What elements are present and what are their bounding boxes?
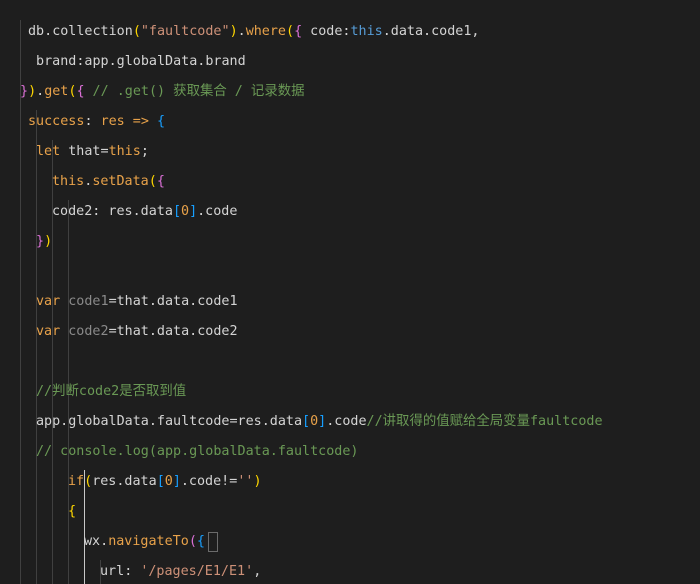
code-token: ( <box>84 474 93 489</box>
code-token: that= <box>60 144 109 159</box>
code-token: =that.data.code1 <box>108 294 238 309</box>
code-token: ] <box>172 474 181 489</box>
code-token: { <box>68 504 77 519</box>
code-line[interactable]: app.globalData.faultcode=res.data[0].cod… <box>36 410 603 434</box>
code-token: setData <box>92 174 149 189</box>
code-token: . <box>237 24 246 39</box>
code-line[interactable]: wx.navigateTo({ <box>84 530 205 554</box>
code-token: // .get() 获取集合 / 记录数据 <box>84 84 305 99</box>
code-line[interactable]: success: res => { <box>28 110 165 134</box>
code-token: .code!= <box>180 474 238 489</box>
code-line[interactable]: }).get({ // .get() 获取集合 / 记录数据 <box>20 80 305 104</box>
code-line[interactable]: let that=this; <box>36 140 149 164</box>
code-token: { <box>76 84 85 99</box>
code-token: ( <box>286 24 295 39</box>
indent-guide <box>20 20 21 584</box>
code-token: ( <box>132 24 141 39</box>
indent-guide <box>36 110 37 584</box>
code-token: { <box>156 174 165 189</box>
code-line[interactable]: code2: res.data[0].code <box>52 200 237 224</box>
code-token: ) <box>229 24 238 39</box>
code-token: , <box>253 564 262 579</box>
code-token: 0 <box>164 474 173 489</box>
code-token: success <box>28 114 85 129</box>
code-token: // console.log(app.globalData.faultcode) <box>36 444 359 459</box>
code-token: code1 <box>60 294 109 309</box>
code-token: let <box>36 144 61 159</box>
code-token: res <box>100 114 125 129</box>
code-token: collection <box>52 24 133 39</box>
code-line[interactable]: }) <box>36 230 52 254</box>
code-token: app.globalData.faultcode=res.data <box>36 414 303 429</box>
code-token: '' <box>237 474 254 489</box>
code-token: [ <box>172 204 181 219</box>
code-token: ) <box>44 234 53 249</box>
code-token: brand:app.globalData.brand <box>28 54 246 69</box>
code-token: //讲取得的值赋给全局变量faultcode <box>366 414 603 429</box>
code-token: this <box>108 144 141 159</box>
code-line[interactable]: // console.log(app.globalData.faultcode) <box>36 440 358 464</box>
code-token: this <box>350 24 383 39</box>
code-token: code2: res.data <box>52 204 173 219</box>
code-token: '/pages/E1/E1' <box>140 564 254 579</box>
code-token: ; <box>140 144 149 159</box>
code-token: navigateTo <box>108 534 189 549</box>
code-token: .code <box>197 204 238 219</box>
code-line[interactable]: this.setData({ <box>52 170 165 194</box>
code-editor[interactable]: db.collection("faultcode").where({ code:… <box>0 0 700 584</box>
code-token: "faultcode" <box>140 24 230 39</box>
code-line[interactable]: var code1=that.data.code1 <box>36 290 238 314</box>
code-token: =that.data.code2 <box>108 324 238 339</box>
code-token: { <box>157 114 166 129</box>
code-token: code: <box>302 24 351 39</box>
code-token: : <box>84 114 101 129</box>
code-line[interactable]: var code2=that.data.code2 <box>36 320 238 344</box>
code-token: [ <box>302 414 311 429</box>
code-token: where <box>245 24 286 39</box>
code-token: .data.code1, <box>382 24 480 39</box>
code-token: res.data <box>92 474 157 489</box>
code-token: code2 <box>60 324 109 339</box>
code-token: .code <box>326 414 367 429</box>
code-line[interactable]: if(res.data[0].code!='') <box>68 470 262 494</box>
code-token: . <box>36 84 45 99</box>
bracket-match-highlight <box>208 532 218 552</box>
code-line[interactable]: url: '/pages/E1/E1', <box>100 560 261 584</box>
code-token: url <box>100 564 125 579</box>
code-token: //判断code2是否取到值 <box>36 384 187 399</box>
code-token: => <box>124 114 157 129</box>
code-line[interactable]: { <box>68 500 76 524</box>
code-token: get <box>44 84 69 99</box>
code-token: 0 <box>181 204 190 219</box>
code-token: : <box>124 564 141 579</box>
code-token: } <box>36 234 45 249</box>
code-line[interactable]: //判断code2是否取到值 <box>36 380 186 404</box>
code-token: ) <box>28 84 37 99</box>
code-line[interactable]: brand:app.globalData.brand <box>28 50 246 74</box>
code-token: wx. <box>84 534 109 549</box>
code-line[interactable]: db.collection("faultcode").where({ code:… <box>28 20 480 44</box>
code-token: if <box>68 474 85 489</box>
code-token: 0 <box>310 414 319 429</box>
code-token: var <box>36 294 61 309</box>
code-token: { <box>196 534 205 549</box>
code-token: ) <box>253 474 262 489</box>
code-token: } <box>20 84 29 99</box>
code-token: ( <box>188 534 197 549</box>
code-token: [ <box>156 474 165 489</box>
code-token: ] <box>189 204 198 219</box>
code-token: { <box>294 24 303 39</box>
code-token: ( <box>148 174 157 189</box>
code-token: var <box>36 324 61 339</box>
code-token: this <box>52 174 85 189</box>
code-token: db. <box>28 24 53 39</box>
